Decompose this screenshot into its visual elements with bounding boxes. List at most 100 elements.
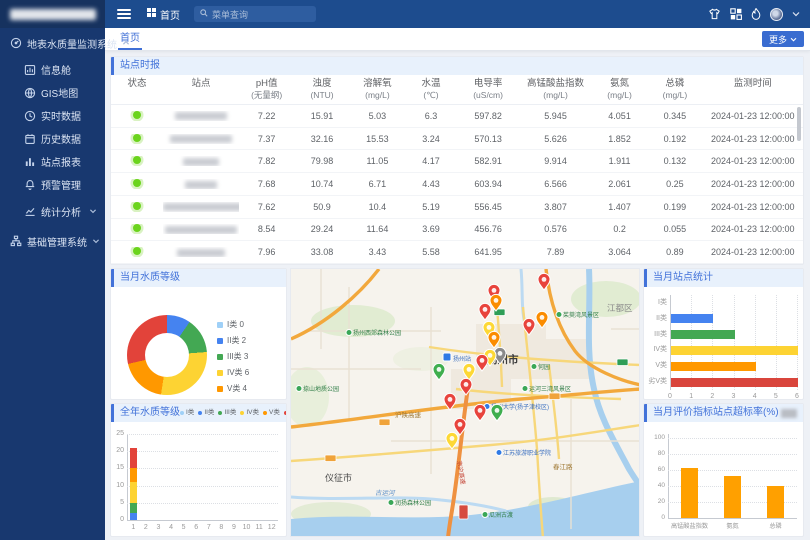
chevron-down-icon[interactable]	[792, 11, 800, 17]
sidebar-item[interactable]: 站点报表	[0, 150, 105, 173]
map-label: 茱萸湾风景区	[563, 311, 599, 319]
green-poi-icon	[388, 500, 394, 506]
legend-item[interactable]: V类	[263, 404, 280, 422]
table-cell: 597.82	[457, 111, 519, 121]
sidebar-item[interactable]: 实时数据	[0, 104, 105, 127]
masked-link[interactable]	[781, 409, 797, 418]
alarm-icon	[24, 179, 36, 191]
table-cell: 5.626	[519, 134, 592, 144]
legend-item[interactable]: I类 0	[217, 319, 255, 330]
column-header: 站点	[163, 78, 239, 101]
flame-icon[interactable]	[751, 8, 761, 20]
exceed-rate-bar-chart[interactable]: 020406080100高锰酸盐指数氨氮总磷	[644, 422, 803, 536]
hbar[interactable]	[671, 314, 713, 323]
table-cell: 582.91	[457, 156, 519, 166]
hamburger-menu-icon[interactable]	[117, 9, 131, 19]
table-cell: 1.911	[592, 156, 647, 166]
table-cell: 3.24	[405, 134, 457, 144]
station-name-masked	[175, 112, 227, 120]
vbar[interactable]	[681, 468, 698, 518]
table-cell: 2024-01-23 12:00:00	[703, 156, 803, 166]
annual-quality-stacked-chart[interactable]: 0510152025123456789101112	[111, 422, 286, 536]
vbar[interactable]	[724, 476, 741, 518]
y-tick: 15	[111, 464, 124, 472]
y-tick: 20	[644, 498, 665, 506]
table-cell: 7.82	[239, 156, 294, 166]
green-poi-icon	[346, 330, 352, 336]
month-quality-donut-chart[interactable]	[127, 315, 207, 395]
panel-title-annual-quality: 全年水质等级 I类 II类 III类 IV类 V类 劣V类	[111, 404, 286, 422]
sidebar-item[interactable]: GIS地图	[0, 81, 105, 104]
stacked-bar-segment[interactable]	[130, 482, 137, 503]
sidebar-group[interactable]: 地表水质量监测系统	[0, 28, 105, 58]
sidebar-item-label: 历史数据	[41, 131, 81, 146]
theme-skin-icon[interactable]	[708, 8, 721, 20]
legend-item[interactable]: 劣V类 6	[217, 399, 255, 400]
table-row: 7.6810.746.714.43603.946.5662.0610.25202…	[111, 173, 803, 196]
table-cell: 5.58	[405, 247, 457, 257]
y-category: V类	[644, 362, 667, 370]
legend-item[interactable]: IV类 6	[217, 367, 255, 378]
gis-map[interactable]: 扬州市仪征市江都区沪陕高速京沪高速古运河扬州站扬州西郊森林公园捺山地质公园何园运…	[290, 268, 640, 537]
table-cell: 33.08	[294, 247, 349, 257]
table-cell: 0.199	[647, 202, 702, 212]
hbar[interactable]	[671, 362, 756, 371]
y-tick: 25	[111, 430, 124, 438]
stacked-bar-segment[interactable]	[130, 513, 137, 520]
annual-legend: I类 II类 III类 IV类 V类 劣V类	[180, 404, 287, 422]
x-tick: 4	[749, 393, 761, 400]
table-scrollbar[interactable]	[797, 107, 801, 141]
table-cell: 15.91	[294, 111, 349, 121]
more-button[interactable]: 更多	[762, 31, 804, 47]
table-row: 7.9633.083.435.58641.957.893.0640.892024…	[111, 241, 803, 264]
map-label: 运河三湾风景区	[529, 385, 571, 393]
legend-item[interactable]: III类	[218, 404, 236, 422]
table-cell: 7.68	[239, 179, 294, 189]
x-tick: 7	[203, 524, 215, 532]
table-cell: 32.16	[294, 134, 349, 144]
sidebar-item[interactable]: 历史数据	[0, 127, 105, 150]
column-header: 总磷(mg/L)	[647, 78, 702, 101]
vbar[interactable]	[767, 486, 784, 518]
x-tick: 1	[127, 524, 139, 532]
gis-icon	[24, 87, 36, 99]
legend-item[interactable]: II类 2	[217, 335, 255, 346]
table-cell: 0.132	[647, 156, 702, 166]
sidebar-group[interactable]: 基础管理系统	[0, 226, 105, 256]
stacked-bar-segment[interactable]	[130, 448, 137, 469]
nav-home-link[interactable]: 首页	[147, 7, 180, 22]
stacked-bar-segment[interactable]	[130, 468, 137, 482]
x-tick: 10	[241, 524, 253, 532]
layout-grid-icon[interactable]	[730, 8, 742, 20]
table-cell: 2024-01-23 12:00:00	[703, 247, 803, 257]
hbar[interactable]	[671, 330, 735, 339]
column-header: 氨氮(mg/L)	[592, 78, 647, 101]
menu-search-input[interactable]: 菜单查询	[194, 6, 316, 22]
table-cell: 2024-01-23 12:00:00	[703, 111, 803, 121]
map-label: 何园	[538, 363, 550, 371]
column-header: 高锰酸盐指数(mg/L)	[519, 78, 592, 101]
x-tick: 5	[770, 393, 782, 400]
user-avatar[interactable]	[770, 8, 783, 21]
legend-item[interactable]: V类 4	[217, 383, 255, 394]
y-tick: 40	[644, 482, 665, 490]
map-label: 扬州站	[453, 355, 471, 363]
table-cell: 7.89	[519, 247, 592, 257]
hbar[interactable]	[671, 378, 798, 387]
stacked-bar-segment[interactable]	[130, 503, 137, 513]
legend-item[interactable]: II类	[198, 404, 214, 422]
legend-item[interactable]: I类	[180, 404, 194, 422]
table-cell: 0.576	[519, 224, 592, 234]
table-cell: 4.051	[592, 111, 647, 121]
legend-item[interactable]: IV类	[240, 404, 259, 422]
system-icon	[10, 235, 22, 247]
legend-item[interactable]: III类 3	[217, 351, 255, 362]
sidebar-item[interactable]: 统计分析	[0, 196, 105, 226]
legend-item[interactable]: 劣V类	[284, 404, 287, 422]
sidebar-item[interactable]: 信息舱	[0, 58, 105, 81]
green-poi-icon	[556, 312, 562, 318]
hbar[interactable]	[671, 346, 798, 355]
sidebar-item[interactable]: 预警管理	[0, 173, 105, 196]
month-station-hbar-chart[interactable]: 0123456I类II类III类IV类V类劣V类	[644, 287, 803, 399]
table-row: 7.2215.915.036.3597.825.9454.0510.345202…	[111, 105, 803, 128]
